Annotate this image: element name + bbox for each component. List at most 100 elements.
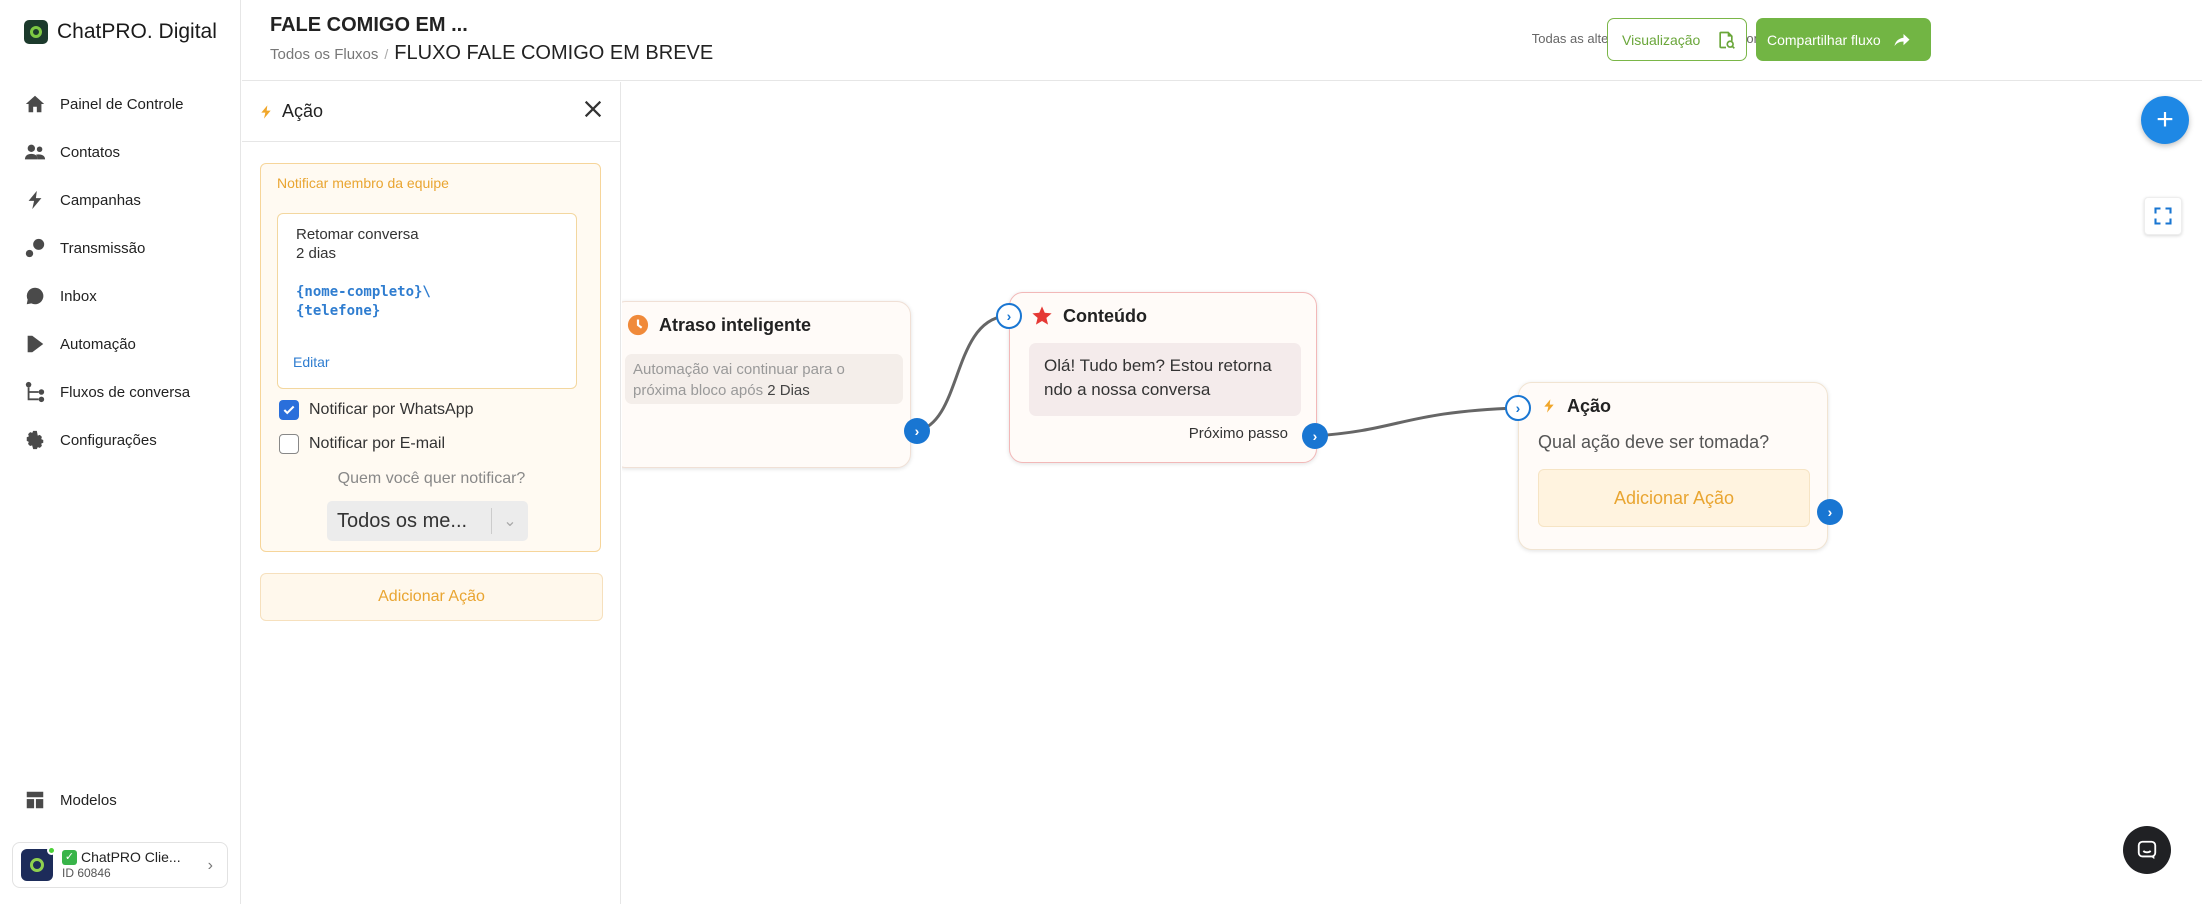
account-switcher[interactable]: ✓ ChatPRO Clie... ID 60846 › xyxy=(12,842,228,888)
recipient-select-value: Todos os me... xyxy=(337,509,468,532)
preview-file-icon xyxy=(1719,31,1736,49)
check-icon xyxy=(283,405,295,415)
flow-canvas[interactable]: Atraso inteligente Automação vai continu… xyxy=(622,82,2202,904)
sidebar-item-settings[interactable]: Configurações xyxy=(24,416,234,464)
breadcrumb: Todos os Fluxos / FLUXO FALE COMIGO EM B… xyxy=(270,42,713,65)
sidebar-item-label: Inbox xyxy=(60,287,97,305)
account-id: ID 60846 xyxy=(62,866,111,881)
delay-out-port[interactable]: › xyxy=(904,418,930,444)
action-panel: Ação Notificar membro da equipe Retomar … xyxy=(242,82,621,904)
online-status-icon xyxy=(47,846,56,855)
sidebar-item-label: Painel de Controle xyxy=(60,95,184,113)
next-step-label: Próximo passo xyxy=(1188,425,1288,442)
sidebar-item-dashboard[interactable]: Painel de Controle xyxy=(24,80,234,128)
edit-link[interactable]: Editar xyxy=(293,354,330,370)
play-icon xyxy=(27,335,44,353)
action-question: Qual ação deve ser tomada? xyxy=(1538,432,1770,452)
chat-bubble-icon xyxy=(26,287,44,305)
share-flow-button[interactable]: Compartilhar fluxo xyxy=(1756,18,1931,61)
content-node[interactable]: Conteúdo Olá! Tudo bem? Estou retorna nd… xyxy=(1009,292,1317,463)
sidebar-item-broadcast[interactable]: Transmissão xyxy=(24,224,234,272)
share-button-label: Compartilhar fluxo xyxy=(1767,31,1881,48)
bolt-icon xyxy=(28,190,42,210)
sidebar-item-label: Modelos xyxy=(60,791,117,809)
fullscreen-icon xyxy=(2154,207,2172,225)
sidebar-item-models[interactable]: Modelos xyxy=(24,776,117,824)
sidebar-item-label: Transmissão xyxy=(60,239,146,257)
sidebar-item-inbox[interactable]: Inbox xyxy=(24,272,234,320)
smart-delay-node[interactable]: Atraso inteligente Automação vai continu… xyxy=(622,301,911,468)
page-title: FALE COMIGO EM ... xyxy=(270,14,468,36)
add-action-button[interactable]: Adicionar Ação xyxy=(260,573,603,621)
content-out-port[interactable]: › xyxy=(1302,423,1328,449)
connector-lines xyxy=(916,314,1519,438)
breadcrumb-current: FLUXO FALE COMIGO EM BREVE xyxy=(394,42,714,64)
delay-node-title: Atraso inteligente xyxy=(659,314,812,335)
breadcrumb-root[interactable]: Todos os Fluxos xyxy=(270,46,378,63)
breadcrumb-separator: / xyxy=(384,46,389,62)
bolt-icon xyxy=(1544,399,1554,413)
notification-message: Retomar conversa 2 dias {nome-completo}\… xyxy=(277,213,577,389)
delay-value: 2 Dias xyxy=(767,382,810,399)
close-icon[interactable] xyxy=(582,98,604,120)
contacts-icon xyxy=(24,144,46,160)
email-label: Notificar por E-mail xyxy=(309,435,446,452)
preview-button[interactable]: Visualização xyxy=(1607,18,1747,61)
action-panel-title: Ação xyxy=(282,101,324,121)
support-chat-button[interactable] xyxy=(2123,826,2171,874)
whatsapp-checkbox[interactable] xyxy=(279,400,299,420)
account-name: ChatPRO Clie... xyxy=(81,848,181,865)
sidebar-item-flows[interactable]: Fluxos de conversa xyxy=(24,368,234,416)
who-to-notify-label: Quem você quer notificar? xyxy=(337,470,526,487)
sidebar-item-label: Configurações xyxy=(60,431,157,449)
sidebar-item-campaigns[interactable]: Campanhas xyxy=(24,176,234,224)
verified-check-icon: ✓ xyxy=(62,850,77,865)
delay-description: Automação vai continuar para o próxima b… xyxy=(625,354,903,404)
recipient-select[interactable]: Todos os me... ⌄ xyxy=(327,501,528,541)
content-in-port[interactable]: › xyxy=(996,303,1022,329)
brand-name: ChatPRO. Digital xyxy=(57,20,217,43)
brand-logo-icon xyxy=(24,20,48,44)
action-node-title: Ação xyxy=(1567,395,1612,416)
sidebar-item-label: Fluxos de conversa xyxy=(60,383,191,401)
gear-icon xyxy=(26,430,44,450)
add-node-button[interactable]: + xyxy=(2141,96,2189,144)
whatsapp-option[interactable]: Notificar por WhatsApp xyxy=(279,400,474,420)
chevron-right-icon: › xyxy=(207,857,213,874)
message-line: 2 dias xyxy=(296,245,337,262)
share-arrow-icon xyxy=(1894,33,1910,46)
content-message: Olá! Tudo bem? Estou retorna ndo a nossa… xyxy=(1029,343,1301,416)
sidebar-item-automation[interactable]: Automação xyxy=(24,320,234,368)
sidebar-item-label: Automação xyxy=(60,335,136,353)
action-out-port[interactable]: › xyxy=(1817,499,1843,525)
plus-icon: + xyxy=(2156,103,2174,136)
sidebar-item-label: Contatos xyxy=(60,143,121,161)
email-option[interactable]: Notificar por E-mail xyxy=(279,434,445,454)
notify-team-card: Notificar membro da equipe Retomar conve… xyxy=(260,163,601,552)
message-variables: {nome-completo}\ {telefone} xyxy=(296,284,431,319)
email-checkbox[interactable] xyxy=(279,434,299,454)
whatsapp-label: Notificar por WhatsApp xyxy=(309,401,474,418)
brand[interactable]: ChatPRO. Digital xyxy=(24,20,217,44)
sidebar-item-label: Campanhas xyxy=(60,191,141,209)
flow-icon xyxy=(25,381,45,403)
message-line: Retomar conversa xyxy=(296,226,419,243)
broadcast-icon xyxy=(25,238,45,258)
sidebar: ChatPRO. Digital Painel de Controle Cont… xyxy=(0,0,241,904)
fit-view-button[interactable] xyxy=(2144,197,2182,235)
star-icon xyxy=(1032,306,1052,325)
action-panel-header: Ação xyxy=(242,82,620,142)
delay-text: Automação vai continuar para o próxima b… xyxy=(633,361,845,399)
avatar xyxy=(21,846,56,881)
sidebar-item-contacts[interactable]: Contatos xyxy=(24,128,234,176)
bolt-icon xyxy=(261,104,271,119)
action-node[interactable]: Ação Qual ação deve ser tomada? Adiciona… xyxy=(1518,382,1828,550)
templates-icon xyxy=(26,791,44,809)
chevron-down-icon: ⌄ xyxy=(503,513,517,530)
clock-icon xyxy=(627,314,649,336)
content-node-title: Conteúdo xyxy=(1063,305,1147,326)
add-action-node-button[interactable]: Adicionar Ação xyxy=(1538,469,1810,527)
action-in-port[interactable]: › xyxy=(1505,395,1531,421)
home-icon xyxy=(25,95,45,113)
preview-button-label: Visualização xyxy=(1622,31,1701,48)
